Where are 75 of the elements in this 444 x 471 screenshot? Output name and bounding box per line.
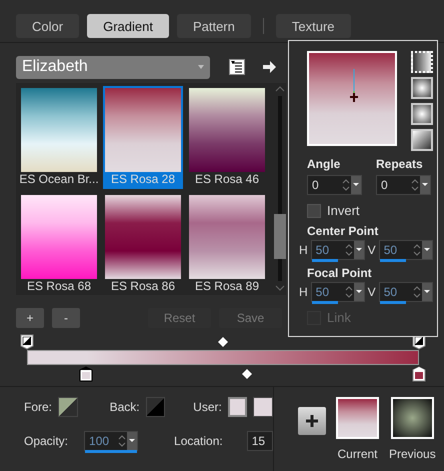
gradient-item[interactable]: ES Ocean Br... [19, 86, 99, 189]
add-button[interactable] [298, 407, 326, 435]
color-stop-marker[interactable] [412, 366, 426, 382]
location-field[interactable]: 15 [246, 431, 273, 451]
field-label: User: [193, 400, 222, 414]
spin-arrows-icon[interactable] [341, 176, 361, 194]
swatch-label: Previous [389, 447, 436, 461]
field-label: Center Point [307, 224, 380, 238]
spin-arrows-icon[interactable] [410, 176, 430, 194]
gradient-name: ES Rosa 28 [110, 172, 176, 187]
opacity-stop-marker[interactable] [20, 334, 34, 350]
field-label: Opacity: [24, 434, 68, 448]
scroll-thumb[interactable] [274, 214, 286, 259]
user-swatch[interactable] [228, 397, 248, 417]
axis-label: V [368, 285, 376, 299]
spin-arrows-icon[interactable] [344, 283, 364, 301]
checkbox-label: Invert [327, 203, 360, 218]
swatch-label: Current [337, 447, 378, 461]
gradient-button[interactable]: - [52, 308, 80, 328]
number-field[interactable]: 50 [310, 240, 365, 260]
angle-handle-icon[interactable] [349, 69, 359, 103]
axis-label: H [299, 243, 308, 257]
number-field[interactable]: 0 [307, 175, 362, 195]
fore-swatch[interactable] [58, 397, 78, 417]
number-field[interactable]: 0 [376, 175, 431, 195]
field-label: Focal Point [307, 266, 373, 280]
plus-icon [306, 415, 318, 427]
gradient-style-button[interactable] [411, 77, 433, 99]
gradient-item[interactable]: ES Rosa 46 [187, 86, 267, 189]
checkbox[interactable] [307, 204, 321, 218]
tab[interactable]: Pattern [176, 14, 251, 38]
gradient-preview[interactable] [307, 51, 397, 146]
gradient-item[interactable]: ES Rosa 86 [103, 193, 183, 296]
back-swatch[interactable] [146, 397, 166, 417]
checkbox-label: Link [327, 310, 351, 325]
arrow-right-icon[interactable] [263, 61, 276, 73]
field-label: Angle [307, 157, 342, 171]
spin-arrows-icon[interactable] [412, 241, 432, 259]
gradient-name: ES Rosa 86 [110, 279, 176, 294]
field-label: Repeats [376, 157, 423, 171]
gradient-button[interactable]: + [16, 308, 44, 328]
gradient-name: ES Ocean Br... [19, 172, 99, 187]
spin-arrows-icon[interactable] [344, 241, 364, 259]
axis-label: V [368, 243, 376, 257]
color-stop-marker[interactable] [78, 366, 93, 382]
gradient-item[interactable]: ES Rosa 68 [19, 193, 99, 296]
scroll-up-icon[interactable] [275, 86, 286, 92]
number-field[interactable]: 100 [84, 431, 138, 451]
user-swatch[interactable] [253, 397, 273, 417]
midpoint-diamond-marker[interactable] [218, 337, 228, 347]
previous-swatch[interactable] [390, 397, 434, 439]
spin-arrows-icon[interactable] [117, 432, 138, 450]
axis-label: H [299, 285, 308, 299]
preset-dropdown[interactable]: Elizabeth [16, 56, 210, 78]
gradient-item[interactable]: ES Rosa 89 [187, 193, 267, 296]
field-label: Back: [110, 400, 140, 414]
current-swatch[interactable] [336, 397, 379, 439]
list-icon[interactable] [229, 59, 245, 75]
spin-arrows-icon[interactable] [412, 283, 432, 301]
gradient-bar[interactable] [27, 350, 419, 365]
number-field[interactable]: 50 [378, 240, 433, 260]
tab[interactable]: Texture [276, 14, 351, 38]
gradient-name: ES Rosa 68 [26, 279, 92, 294]
gradient-style-button[interactable] [411, 129, 433, 151]
field-label: Location: [174, 434, 223, 448]
gradient-name: ES Rosa 89 [194, 279, 260, 294]
tab[interactable]: Gradient [87, 14, 169, 38]
scroll-down-icon[interactable] [275, 285, 286, 291]
tab[interactable]: Color [16, 14, 80, 38]
midpoint-diamond-marker[interactable] [242, 369, 252, 379]
field-label: Fore: [24, 400, 52, 414]
number-field[interactable]: 50 [378, 282, 433, 302]
gradient-name: ES Rosa 46 [194, 172, 260, 187]
number-field[interactable]: 50 [310, 282, 365, 302]
caret-icon [198, 65, 204, 69]
